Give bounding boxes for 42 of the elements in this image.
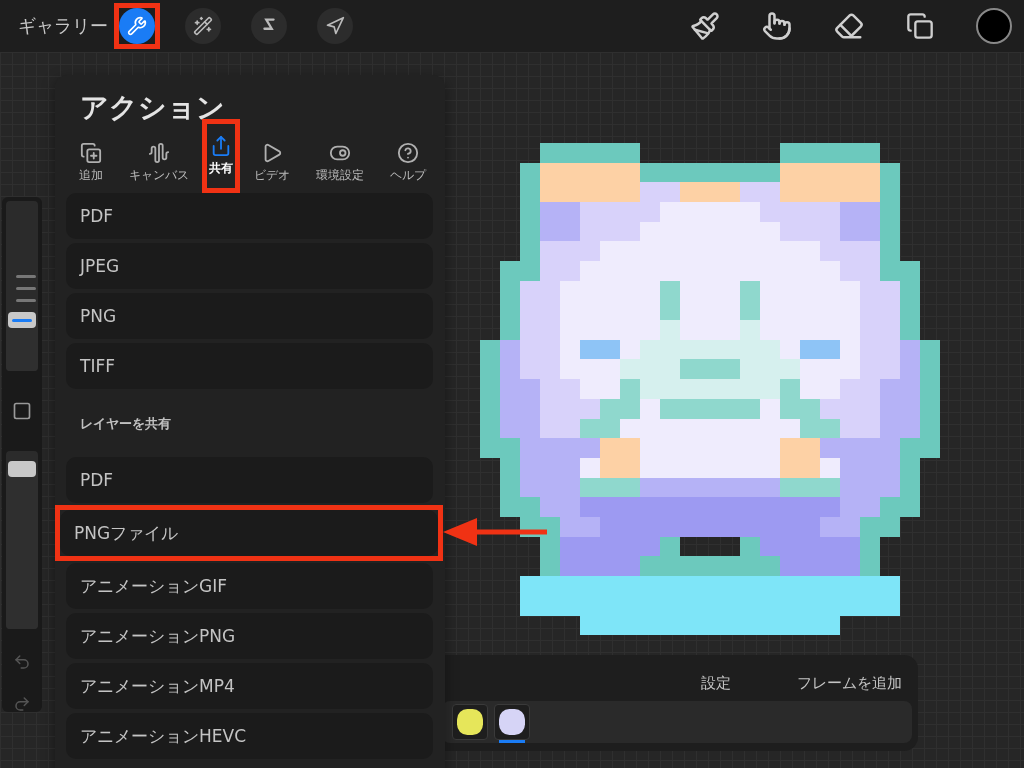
magic-wand-icon: [193, 16, 213, 36]
action-tab[interactable]: ビデオ: [251, 138, 292, 188]
tab-icon: [396, 142, 419, 164]
export-option[interactable]: アニメーションMP4: [66, 663, 433, 709]
export-option[interactable]: PDF: [66, 457, 433, 503]
export-option[interactable]: PNGファイル: [60, 510, 438, 556]
gallery-link[interactable]: ギャラリー: [18, 14, 108, 38]
add-frame-button[interactable]: フレームを追加: [797, 673, 902, 693]
export-option[interactable]: TIFF: [66, 343, 433, 389]
slider-thumb[interactable]: [8, 312, 36, 328]
tab-icon: [148, 142, 171, 164]
action-tab[interactable]: ヘルプ: [387, 138, 428, 188]
export-option[interactable]: JPEG: [66, 243, 433, 289]
tool-button[interactable]: [185, 8, 221, 44]
brush-tool-button[interactable]: [690, 11, 720, 41]
smudge-tool-button[interactable]: [762, 11, 792, 41]
action-tab[interactable]: 共有: [207, 131, 236, 181]
export-option[interactable]: アニメーションGIF: [66, 563, 433, 609]
layers-button[interactable]: [906, 12, 934, 40]
modify-button[interactable]: [12, 401, 32, 421]
panel-title: アクション: [80, 90, 226, 126]
tick-mark: [16, 287, 36, 290]
slider-thumb[interactable]: [8, 460, 36, 477]
tool-button[interactable]: [317, 8, 353, 44]
export-option[interactable]: アニメーションPNG: [66, 613, 433, 659]
action-tab[interactable]: 環境設定: [313, 138, 366, 188]
tool-button[interactable]: [251, 8, 287, 44]
action-tab[interactable]: キャンバス: [127, 138, 192, 188]
brush-size-slider[interactable]: [6, 201, 38, 371]
arrow-icon: [325, 16, 345, 36]
tick-mark: [16, 299, 36, 302]
color-swatch[interactable]: [976, 8, 1012, 44]
tick-mark: [16, 275, 36, 278]
action-tab[interactable]: 追加: [77, 138, 105, 188]
section-heading: レイヤーを共有: [80, 415, 172, 433]
export-option[interactable]: PNG: [66, 293, 433, 339]
export-option[interactable]: アニメーションHEVC: [66, 713, 433, 759]
export-option[interactable]: PDF: [66, 193, 433, 239]
settings-button[interactable]: 設定: [701, 673, 731, 693]
wrench-icon: [127, 16, 147, 36]
tab-icon: [80, 142, 102, 164]
eraser-tool-button[interactable]: [834, 11, 864, 41]
